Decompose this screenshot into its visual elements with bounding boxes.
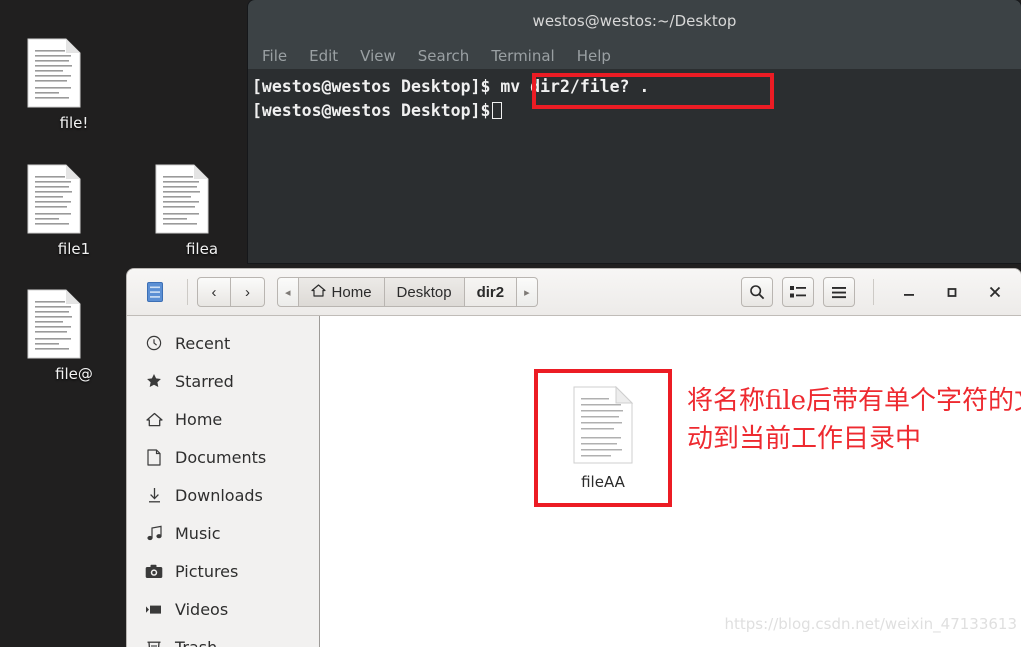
maximize-button[interactable]: [935, 275, 969, 309]
header-divider: [187, 279, 188, 305]
sidebar-item-label: Pictures: [175, 561, 239, 581]
terminal-line-1: [westos@westos Desktop]$: [250, 99, 1021, 123]
terminal-output-area[interactable]: [westos@westos Desktop]$ mv dir2/file? .…: [248, 69, 1021, 263]
document-icon: [26, 289, 122, 359]
file-cabinet-icon: [142, 282, 168, 302]
search-icon[interactable]: [741, 277, 773, 307]
desktop-icon-label: filea: [185, 240, 219, 258]
terminal-window[interactable]: westos@westos:~/Desktop File Edit View S…: [248, 0, 1021, 263]
sidebar-item-label: Music: [175, 523, 221, 543]
nav-buttons-group[interactable]: ‹ ›: [197, 277, 265, 307]
breadcrumb-scroll-left[interactable]: ◂: [277, 277, 299, 307]
menu-item-help[interactable]: Help: [577, 47, 611, 65]
terminal-title-bar[interactable]: westos@westos:~/Desktop: [248, 0, 1021, 42]
terminal-command: mv dir2/file? .: [490, 77, 650, 96]
sidebar-item-recent[interactable]: Recent: [127, 324, 319, 362]
document-icon: [572, 385, 634, 469]
trash-icon: [145, 639, 163, 647]
desktop-icon-0[interactable]: file!: [26, 38, 122, 132]
file-list-area[interactable]: fileAA 将名称file后带有单个字符的文件移 动到当前工作目录中 http…: [320, 316, 1021, 647]
header-right-controls[interactable]: [741, 275, 1012, 309]
terminal-menu-bar[interactable]: File Edit View Search Terminal Help: [248, 42, 1021, 69]
breadcrumb-item-home[interactable]: Home: [298, 277, 385, 307]
terminal-title-text: westos@westos:~/Desktop: [532, 12, 737, 30]
sidebar-item-documents[interactable]: Documents: [127, 438, 319, 476]
home-icon: [310, 283, 326, 301]
file-item-label: fileAA: [581, 472, 625, 491]
menu-item-edit[interactable]: Edit: [309, 47, 338, 65]
menu-item-file[interactable]: File: [262, 47, 287, 65]
document-icon: [145, 448, 163, 466]
terminal-prompt: [westos@westos Desktop]$: [252, 77, 491, 96]
document-icon: [26, 38, 122, 108]
desktop-icon-label: file!: [59, 114, 89, 132]
breadcrumb-item-desktop[interactable]: Desktop: [384, 277, 465, 307]
sidebar-item-starred[interactable]: Starred: [127, 362, 319, 400]
desktop-icon-3[interactable]: file@: [26, 289, 122, 383]
sidebar-item-pictures[interactable]: Pictures: [127, 552, 319, 590]
annotation-text: 将名称file后带有单个字符的文件移 动到当前工作目录中: [687, 382, 1021, 458]
sidebar-item-label: Videos: [175, 599, 229, 619]
file-item-fileAA[interactable]: fileAA: [534, 369, 672, 507]
sidebar-item-label: Downloads: [175, 485, 263, 505]
clock-icon: [145, 335, 163, 351]
hamburger-menu-icon[interactable]: [823, 277, 855, 307]
sidebar-item-home[interactable]: Home: [127, 400, 319, 438]
menu-item-view[interactable]: View: [360, 47, 396, 65]
view-toggle-icon[interactable]: [782, 277, 814, 307]
sidebar-item-label: Home: [175, 409, 223, 429]
sidebar-item-label: Recent: [175, 333, 231, 353]
sidebar-item-label: Documents: [175, 447, 267, 467]
menu-item-search[interactable]: Search: [418, 47, 470, 65]
terminal-cursor: [492, 102, 503, 119]
minimize-button[interactable]: [892, 275, 926, 309]
back-button[interactable]: ‹: [197, 277, 231, 307]
breadcrumb-scroll-right[interactable]: ▸: [517, 277, 538, 307]
annotation-line-1: 将名称file后带有单个字符的文件移: [687, 386, 1021, 416]
camera-icon: [145, 564, 163, 579]
video-icon: [145, 603, 163, 616]
breadcrumb[interactable]: ◂ Home Desktop dir2 ▸: [277, 277, 538, 307]
file-manager-header[interactable]: ‹ › ◂ Home Desktop dir2 ▸: [127, 269, 1021, 316]
star-icon: [145, 373, 163, 389]
download-icon: [145, 487, 163, 504]
sidebar-item-music[interactable]: Music: [127, 514, 319, 552]
terminal-line-0: [westos@westos Desktop]$ mv dir2/file? .: [250, 75, 1021, 99]
sidebar-item-downloads[interactable]: Downloads: [127, 476, 319, 514]
desktop-icon-2[interactable]: filea: [154, 164, 250, 258]
forward-button[interactable]: ›: [231, 277, 265, 307]
desktop-icon-label: file@: [55, 365, 93, 383]
sidebar-item-label: Starred: [175, 371, 234, 391]
file-manager-body: Recent Starred Home Documents Downloads …: [127, 316, 1021, 647]
sidebar-item-label: Trash: [175, 637, 218, 647]
document-icon: [154, 164, 250, 234]
home-icon: [145, 412, 163, 427]
desktop-icon-1[interactable]: file1: [26, 164, 122, 258]
breadcrumb-item-dir2[interactable]: dir2: [464, 277, 518, 307]
menu-item-terminal[interactable]: Terminal: [491, 47, 554, 65]
document-icon: [26, 164, 122, 234]
watermark: https://blog.csdn.net/weixin_47133613: [724, 615, 1017, 633]
music-note-icon: [145, 525, 163, 541]
file-manager-window[interactable]: ‹ › ◂ Home Desktop dir2 ▸ Recent Starred…: [127, 269, 1021, 647]
close-button[interactable]: [978, 275, 1012, 309]
header-divider: [873, 279, 874, 305]
terminal-prompt: [westos@westos Desktop]$: [252, 101, 491, 120]
sidebar-item-videos[interactable]: Videos: [127, 590, 319, 628]
annotation-line-2: 动到当前工作目录中: [687, 424, 922, 454]
sidebar[interactable]: Recent Starred Home Documents Downloads …: [127, 316, 320, 647]
desktop-icon-label: file1: [57, 240, 91, 258]
sidebar-item-trash[interactable]: Trash: [127, 628, 319, 647]
breadcrumb-label: Home: [331, 283, 372, 301]
